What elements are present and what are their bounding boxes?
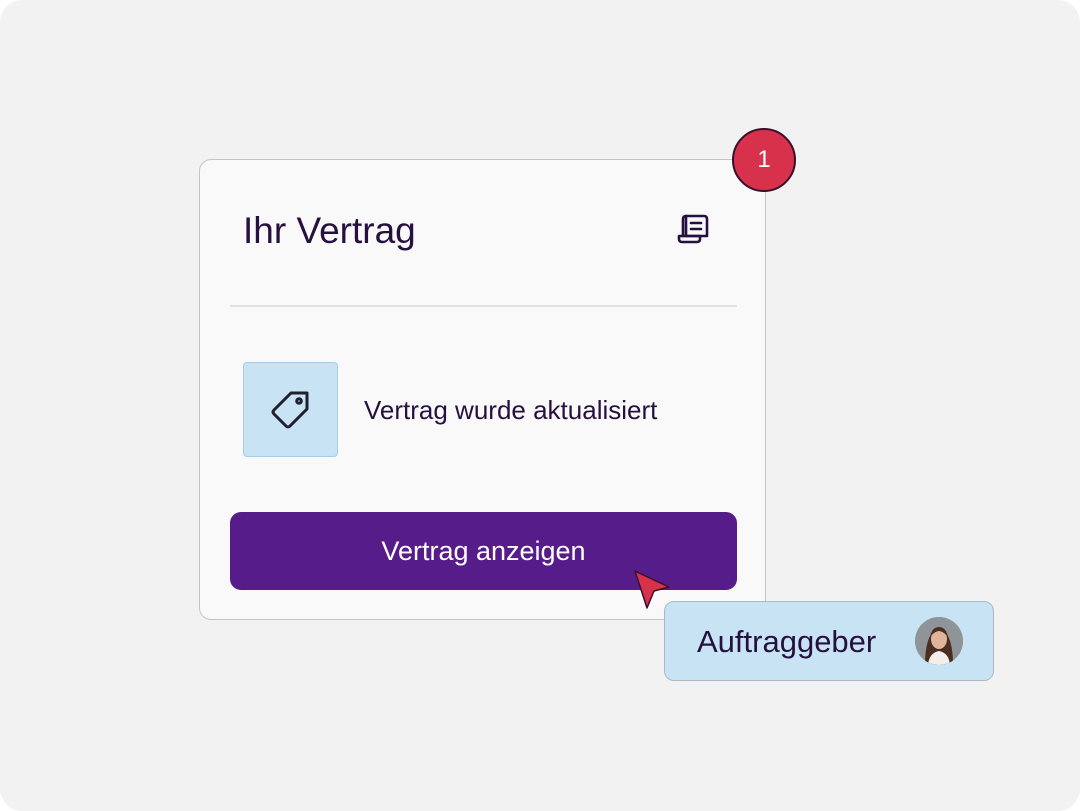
tag-icon-box [243, 362, 338, 457]
card-title: Ihr Vertrag [243, 210, 416, 251]
notification-badge: 1 [732, 128, 796, 192]
document-icon[interactable] [676, 212, 710, 246]
divider [230, 305, 737, 307]
user-role-chip: Auftraggeber [664, 601, 994, 681]
update-notice-text: Vertrag wurde aktualisiert [364, 395, 658, 425]
user-avatar [915, 617, 963, 665]
user-role-label: Auftraggeber [697, 624, 877, 659]
canvas-background: Ihr Vertrag Vertrag wurde aktualisiert V… [0, 0, 1080, 811]
tag-icon [271, 391, 309, 429]
contract-card: Ihr Vertrag Vertrag wurde aktualisiert V… [199, 159, 766, 620]
